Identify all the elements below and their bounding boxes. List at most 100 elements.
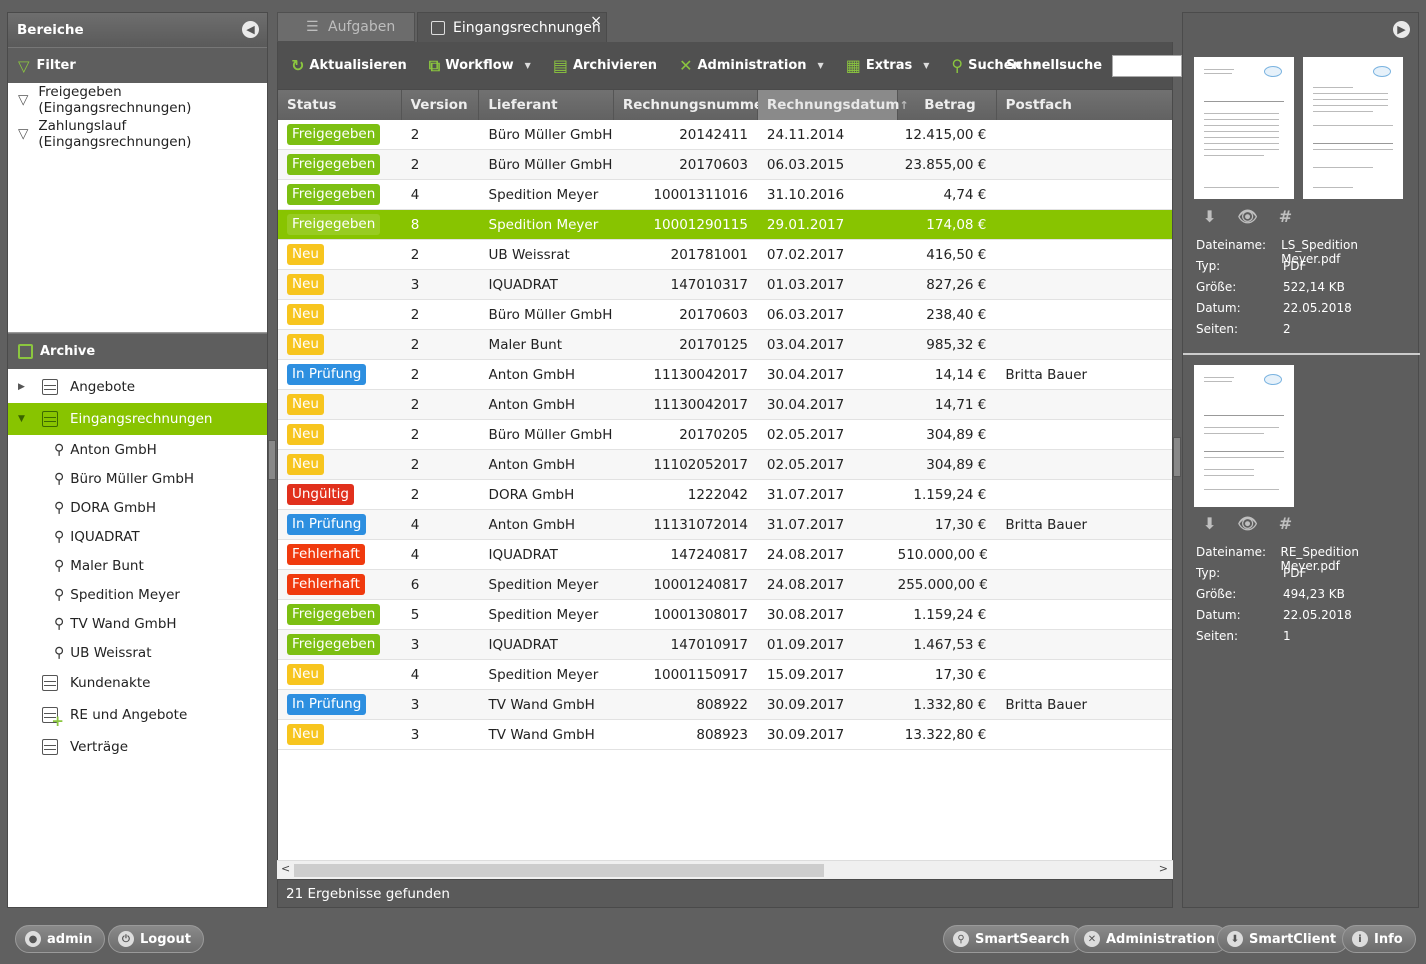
number-cell: 11131072014 — [653, 516, 748, 533]
document-thumbnail[interactable] — [1194, 57, 1294, 199]
scroll-left-icon[interactable]: < — [281, 862, 290, 875]
status-badge: Freigegeben — [287, 184, 381, 205]
tab-aufgaben[interactable]: ☰ Aufgaben — [277, 12, 415, 42]
archive-icon — [42, 379, 58, 395]
administration-footer-button[interactable]: ✕ Administration — [1074, 925, 1229, 953]
search-icon: ⚲ — [54, 470, 65, 487]
archive-icon — [18, 344, 33, 359]
info-button[interactable]: i Info — [1342, 925, 1416, 953]
version-cell: 3 — [410, 636, 420, 653]
download-icon[interactable]: ⬇ — [1203, 514, 1216, 533]
tree-item-eingangsrechnungen[interactable]: ▼ Eingangsrechnungen — [8, 403, 267, 435]
table-row[interactable]: Neu 2 Anton GmbH 11130042017 30.04.2017 14,71… — [278, 390, 1172, 420]
table-row[interactable]: Freigegeben 8 Spedition Meyer 10001290115 29… — [278, 210, 1172, 240]
tree-subitem-dora[interactable]: ⚲ DORA GmbH — [8, 493, 267, 522]
user-button[interactable]: ● admin — [15, 925, 106, 953]
eye-icon[interactable]: 👁 — [1237, 514, 1257, 533]
tree-subitem-tvwand[interactable]: ⚲ TV Wand GmbH — [8, 609, 267, 638]
tree-item-kundenakte[interactable]: Kundenakte — [8, 667, 267, 699]
collapse-icon[interactable]: ▼ — [18, 414, 32, 424]
status-cell: In Prüfung — [278, 694, 402, 715]
tree-item-angebote[interactable]: ▶ Angebote — [8, 371, 267, 403]
tree-subitem-iquadrat[interactable]: ⚲ IQUADRAT — [8, 522, 267, 551]
close-tab-icon[interactable]: × — [590, 13, 602, 29]
tree-subitem-speditionmeyer[interactable]: ⚲ Spedition Meyer — [8, 580, 267, 609]
version-cell: 2 — [410, 306, 420, 323]
version-cell: 2 — [410, 336, 420, 353]
table-row[interactable]: Neu 2 Anton GmbH 11102052017 02.05.2017 304,8… — [278, 450, 1172, 480]
scroll-right-icon[interactable]: > — [1159, 862, 1168, 875]
download-icon[interactable]: ⬇ — [1203, 207, 1216, 226]
table-row[interactable]: Freigegeben 3 IQUADRAT 147010917 01.09.2017 1… — [278, 630, 1172, 660]
amount-cell: 827,26 € — [926, 276, 987, 293]
tree-subitem-ubweissrat[interactable]: ⚲ UB Weissrat — [8, 638, 267, 667]
tree-item-vertraege[interactable]: Verträge — [8, 731, 267, 763]
date-cell: 06.03.2015 — [766, 156, 845, 173]
smartclient-button[interactable]: ⬇ SmartClient — [1217, 925, 1350, 953]
column-header-version[interactable]: Version — [402, 90, 480, 120]
table-row[interactable]: Freigegeben 2 Büro Müller GmbH 20170603 06.0… — [278, 150, 1172, 180]
eye-icon[interactable]: 👁 — [1237, 207, 1257, 226]
table-row[interactable]: Neu 2 UB Weissrat 201781001 07.02.2017 416,50… — [278, 240, 1172, 270]
table-row[interactable]: Fehlerhaft 4 IQUADRAT 147240817 24.08.2017 51… — [278, 540, 1172, 570]
logout-button[interactable]: ⏻ Logout — [108, 925, 204, 953]
refresh-button[interactable]: ↻ Aktualisieren — [291, 56, 407, 75]
horizontal-scrollbar[interactable]: < > — [277, 860, 1173, 879]
table-row[interactable]: Neu 2 Büro Müller GmbH 20170205 02.05.2017 30… — [278, 420, 1172, 450]
amount-cell: 416,50 € — [926, 246, 987, 263]
table-row[interactable]: In Prüfung 2 Anton GmbH 11130042017 30.04.20… — [278, 360, 1172, 390]
tree-subitem-malerbunt[interactable]: ⚲ Maler Bunt — [8, 551, 267, 580]
table-row[interactable]: In Prüfung 4 Anton GmbH 11131072014 31.07.20… — [278, 510, 1172, 540]
table-row[interactable]: Fehlerhaft 6 Spedition Meyer 10001240817 24.… — [278, 570, 1172, 600]
table-row[interactable]: Neu 3 IQUADRAT 147010317 01.03.2017 827,26 € — [278, 270, 1172, 300]
collapse-left-icon[interactable]: ◀ — [242, 21, 259, 38]
table-row[interactable]: Ungültig 2 DORA GmbH 1222042 31.07.2017 1.159… — [278, 480, 1172, 510]
archive-button[interactable]: ▤ Archivieren — [553, 56, 657, 75]
smartclient-label: SmartClient — [1249, 931, 1337, 947]
filter-item-freigegeben[interactable]: ▽ Freigegeben (Eingangsrechnungen) — [8, 83, 267, 117]
column-header-label: Rechnungsdatum — [766, 97, 900, 113]
table-row[interactable]: Neu 2 Maler Bunt 20170125 03.04.2017 985,32 € — [278, 330, 1172, 360]
supplier-cell: TV Wand GmbH — [488, 726, 595, 743]
column-header-rechnungsdatum[interactable]: Rechnungsdatum ↑ — [757, 90, 909, 120]
left-splitter-handle[interactable] — [268, 440, 276, 480]
column-header-betrag[interactable]: Betrag — [898, 90, 997, 120]
document-thumbnail[interactable] — [1303, 57, 1403, 199]
scrollbar-thumb[interactable] — [294, 864, 824, 877]
date-cell: 06.03.2017 — [766, 306, 845, 323]
administration-button[interactable]: ✕ Administration ▼ — [679, 56, 824, 75]
expand-icon[interactable]: ▶ — [18, 382, 32, 392]
table-row[interactable]: Freigegeben 5 Spedition Meyer 10001308017 30… — [278, 600, 1172, 630]
workflow-button[interactable]: ⧉ Workflow ▼ — [429, 56, 531, 76]
quick-search-input[interactable] — [1112, 54, 1183, 77]
number-cell: 20170125 — [679, 336, 748, 353]
extras-button[interactable]: ▦ Extras ▼ — [846, 56, 930, 75]
number-cell: 808922 — [696, 696, 748, 713]
hash-icon[interactable]: # — [1279, 514, 1292, 533]
tree-subitem-bueromueller[interactable]: ⚲ Büro Müller GmbH — [8, 464, 267, 493]
column-header-postfach[interactable]: Postfach — [997, 90, 1172, 120]
amount-cell: 13.322,80 € — [904, 726, 987, 743]
table-row[interactable]: In Prüfung 3 TV Wand GmbH 808922 30.09.2017 1… — [278, 690, 1172, 720]
column-header-status[interactable]: Status — [278, 90, 402, 120]
smartsearch-button[interactable]: ⚲ SmartSearch — [943, 925, 1083, 953]
amount-cell: 238,40 € — [926, 306, 987, 323]
column-header-lieferant[interactable]: Lieferant — [479, 90, 614, 120]
table-row[interactable]: Neu 4 Spedition Meyer 10001150917 15.09.2017… — [278, 660, 1172, 690]
table-row[interactable]: Freigegeben 4 Spedition Meyer 10001311016 31… — [278, 180, 1172, 210]
right-splitter-handle[interactable] — [1173, 437, 1181, 477]
column-header-rechnungsnummer[interactable]: Rechnungsnummer — [614, 90, 770, 120]
version-cell: 4 — [410, 546, 420, 563]
collapse-right-icon[interactable]: ▶ — [1393, 21, 1410, 38]
tree-item-re-und-angebote[interactable]: + RE und Angebote — [8, 699, 267, 731]
table-row[interactable]: Neu 2 Büro Müller GmbH 20170603 06.03.2017 23… — [278, 300, 1172, 330]
date-cell: 01.03.2017 — [766, 276, 845, 293]
table-row[interactable]: Neu 3 TV Wand GmbH 808923 30.09.2017 13.322,8… — [278, 720, 1172, 750]
tab-eingangsrechnungen[interactable]: Eingangsrechnungen × — [417, 12, 607, 42]
document-thumbnail[interactable] — [1194, 365, 1294, 507]
filter-item-zahlungslauf[interactable]: ▽ Zahlungslauf (Eingangsrechnungen) — [8, 117, 267, 151]
chevron-down-icon: ▼ — [817, 61, 824, 70]
hash-icon[interactable]: # — [1279, 207, 1292, 226]
tree-subitem-anton[interactable]: ⚲ Anton GmbH — [8, 435, 267, 464]
table-row[interactable]: Freigegeben 2 Büro Müller GmbH 20142411 24.1… — [278, 120, 1172, 150]
